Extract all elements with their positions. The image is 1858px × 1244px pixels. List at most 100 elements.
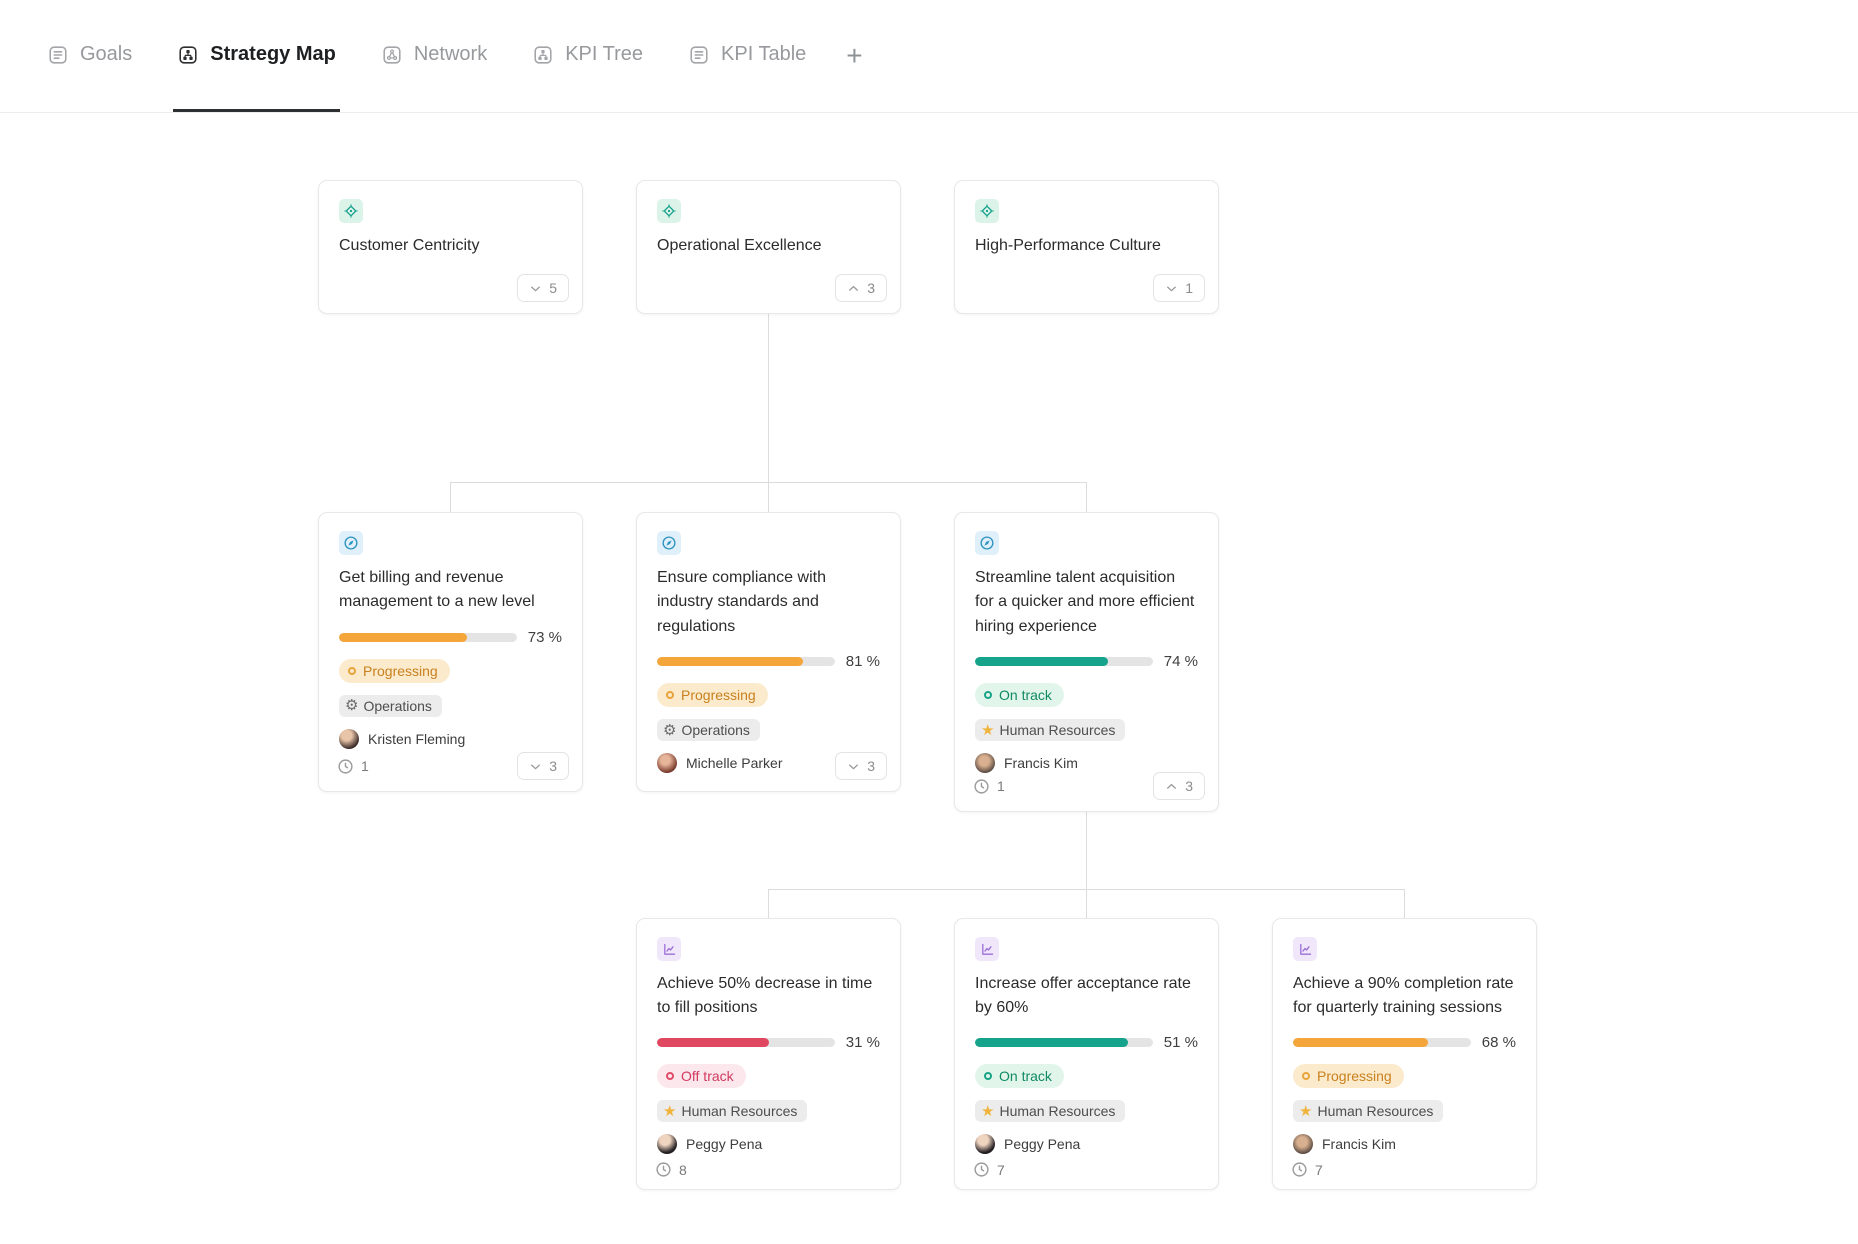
check-in-count: 8 (655, 1161, 687, 1178)
star-icon: ★ (663, 1104, 676, 1119)
status-label: Progressing (1317, 1068, 1392, 1084)
progress-bar (975, 657, 1153, 666)
clock-icon (973, 1161, 990, 1178)
star-icon: ★ (981, 723, 994, 738)
card-owner[interactable]: Kristen Fleming (339, 729, 562, 749)
connector-line (1086, 889, 1087, 918)
card-title: Customer Centricity (339, 234, 562, 258)
progress-row: 51 % (975, 1034, 1198, 1051)
connector-line (1404, 889, 1405, 918)
expand-children-button[interactable]: 5 (517, 274, 569, 302)
avatar (657, 1134, 677, 1154)
expand-children-button[interactable]: 3 (517, 752, 569, 780)
card-footer: 3 (655, 752, 887, 780)
team-tag[interactable]: ★ Human Resources (1293, 1100, 1443, 1122)
progress-row: 73 % (339, 629, 562, 646)
goal-card[interactable]: Customer Centricity 5 (318, 180, 583, 314)
expand-children-button[interactable]: 3 (1153, 772, 1205, 800)
card-owner[interactable]: Peggy Pena (975, 1134, 1198, 1154)
check-in-count: 7 (973, 1161, 1005, 1178)
card-title: Get billing and revenue management to a … (339, 566, 562, 615)
status-badge[interactable]: Progressing (657, 683, 768, 707)
kpi-card[interactable]: Achieve a 90% completion rate for quarte… (1272, 918, 1537, 1190)
objective-card[interactable]: Ensure compliance with industry standard… (636, 512, 901, 792)
progress-value: 73 % (528, 629, 562, 646)
owner-name: Francis Kim (1004, 755, 1078, 771)
kpi-card[interactable]: Increase offer acceptance rate by 60% 51 … (954, 918, 1219, 1190)
goal-card[interactable]: Operational Excellence 3 (636, 180, 901, 314)
team-label: Human Resources (1317, 1103, 1433, 1119)
target-diamond-icon (657, 199, 681, 223)
status-badge[interactable]: Off track (657, 1064, 746, 1088)
status-ring-icon (984, 1072, 992, 1080)
team-tag[interactable]: ⚙Operations (657, 719, 760, 741)
card-footer: 8 (655, 1161, 887, 1178)
kpi-card[interactable]: Achieve 50% decrease in time to fill pos… (636, 918, 901, 1190)
owner-name: Kristen Fleming (368, 731, 465, 747)
connector-line (768, 314, 769, 482)
card-owner[interactable]: Peggy Pena (657, 1134, 880, 1154)
progress-fill (975, 657, 1108, 666)
connector-line (1086, 812, 1087, 889)
status-ring-icon (348, 667, 356, 675)
status-ring-icon (666, 691, 674, 699)
connector-line (768, 889, 769, 918)
team-label: Human Resources (681, 1103, 797, 1119)
status-badge[interactable]: On track (975, 683, 1064, 707)
card-owner[interactable]: Francis Kim (1293, 1134, 1516, 1154)
team-tag[interactable]: ★ Human Resources (975, 719, 1125, 741)
objective-card[interactable]: Get billing and revenue management to a … (318, 512, 583, 792)
team-tag[interactable]: ★Human Resources (975, 1100, 1125, 1122)
status-label: Off track (681, 1068, 734, 1084)
team-tag[interactable]: ⚙Operations (339, 695, 442, 717)
card-title: High-Performance Culture (975, 234, 1198, 258)
avatar (975, 753, 995, 773)
chevron-down-icon (847, 760, 860, 773)
card-title: Streamline talent acquisition for a quic… (975, 566, 1198, 639)
status-ring-icon (1302, 1072, 1310, 1080)
card-footer: 5 (337, 274, 569, 302)
status-badge[interactable]: On track (975, 1064, 1064, 1088)
target-diamond-icon (975, 199, 999, 223)
line-chart-icon (975, 937, 999, 961)
card-title: Operational Excellence (657, 234, 880, 258)
avatar (1293, 1134, 1313, 1154)
card-footer: 13 (337, 752, 569, 780)
check-in-count: 7 (1291, 1161, 1323, 1178)
connector-line (1086, 482, 1087, 512)
team-label: Human Resources (999, 722, 1115, 738)
compass-icon (339, 531, 363, 555)
card-footer: 7 (973, 1161, 1205, 1178)
card-title: Ensure compliance with industry standard… (657, 566, 880, 639)
goal-card[interactable]: High-Performance Culture 1 (954, 180, 1219, 314)
card-title: Increase offer acceptance rate by 60% (975, 972, 1198, 1021)
progress-value: 31 % (846, 1034, 880, 1051)
card-owner[interactable]: Francis Kim (975, 753, 1198, 773)
strategy-map-canvas[interactable]: Customer Centricity 5 Operational Excellen… (0, 0, 1858, 1244)
progress-fill (975, 1038, 1128, 1047)
status-badge[interactable]: Progressing (339, 659, 450, 683)
owner-name: Peggy Pena (1004, 1136, 1080, 1152)
status-badge[interactable]: Progressing (1293, 1064, 1404, 1088)
team-tag[interactable]: ★ Human Resources (657, 1100, 807, 1122)
owner-name: Francis Kim (1322, 1136, 1396, 1152)
expand-children-button[interactable]: 3 (835, 752, 887, 780)
gear-icon: ⚙ (663, 723, 676, 738)
chevron-down-icon (1165, 282, 1178, 295)
team-label: Operations (363, 698, 431, 714)
card-footer: 13 (973, 772, 1205, 800)
expand-children-button[interactable]: 1 (1153, 274, 1205, 302)
status-label: On track (999, 687, 1052, 703)
chevron-down-icon (529, 760, 542, 773)
objective-card[interactable]: Streamline talent acquisition for a quic… (954, 512, 1219, 812)
progress-fill (657, 657, 803, 666)
progress-value: 81 % (846, 653, 880, 670)
progress-fill (657, 1038, 769, 1047)
owner-name: Peggy Pena (686, 1136, 762, 1152)
progress-bar (657, 1038, 835, 1047)
star-icon: ★ (1299, 1104, 1312, 1119)
card-title: Achieve 50% decrease in time to fill pos… (657, 972, 880, 1021)
expand-children-button[interactable]: 3 (835, 274, 887, 302)
line-chart-icon (1293, 937, 1317, 961)
status-label: On track (999, 1068, 1052, 1084)
